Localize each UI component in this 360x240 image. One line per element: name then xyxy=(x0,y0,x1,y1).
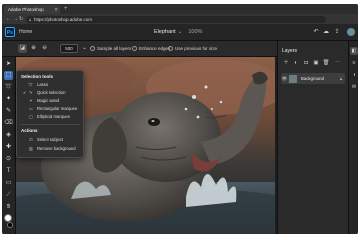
radio-icon xyxy=(90,46,95,52)
visibility-icon[interactable]: 👁︎ xyxy=(281,75,288,83)
new-tab-icon[interactable]: + xyxy=(64,5,68,14)
actions-header: Actions xyxy=(21,128,38,133)
properties-icon[interactable]: ≡ xyxy=(350,59,358,67)
chevron-down-icon[interactable]: ⌄ xyxy=(80,44,89,53)
comments-icon[interactable]: ✉ xyxy=(350,83,358,91)
quick-selection-icon: ✎ xyxy=(29,90,33,95)
type-tool-icon[interactable]: T xyxy=(4,167,13,176)
lasso-icon: ➰ xyxy=(28,82,34,87)
add-layer-icon[interactable]: ＋ xyxy=(282,59,290,67)
select-subject-icon: ⊡ xyxy=(29,137,33,142)
healing-icon[interactable]: ✚ xyxy=(4,143,13,152)
flyout-item-magic-wand[interactable]: ✦ Magic wand xyxy=(23,97,59,104)
flyout-item-label: Rectangular marquee xyxy=(37,106,78,111)
share-icon[interactable]: ⇪ xyxy=(333,28,341,36)
flyout-action-remove-background[interactable]: ▨ Remove background xyxy=(23,145,76,152)
lasso-icon[interactable]: ➰ xyxy=(4,83,13,92)
url-text: https://photoshop.adobe.com xyxy=(34,16,93,22)
shape-tool-icon[interactable]: ▭ xyxy=(4,179,13,188)
magic-wand-icon[interactable]: ✦ xyxy=(4,95,13,104)
document-name: Elephant xyxy=(154,29,176,35)
lock-icon: 🔒︎ xyxy=(29,16,32,22)
layers-panel-title: Layers xyxy=(282,48,298,54)
tools-panel: ➤ ⬚ ➰ ✦ ✎ ⌫ ◈ ✚ ⊙ T ▭ ⟋ ✋︎ xyxy=(2,57,16,234)
radio-icon xyxy=(132,46,137,52)
flyout-action-label: Select subject xyxy=(37,137,64,142)
radio-icon xyxy=(168,46,173,52)
undo-icon[interactable]: ↶ xyxy=(312,28,320,36)
photoshop-logo[interactable]: Ps xyxy=(5,27,15,37)
use-previous-for-size-label: Use previous for size xyxy=(175,46,218,51)
brush-tool-icon[interactable]: ✎ xyxy=(4,107,13,116)
mask-icon[interactable]: ◘ xyxy=(302,59,310,67)
zoom-level[interactable]: 100% xyxy=(188,29,202,35)
eraser-icon[interactable]: ⌫ xyxy=(4,119,13,128)
layer-name: Background xyxy=(301,76,324,81)
move-tool-icon[interactable]: ➤ xyxy=(4,60,13,69)
sample-all-layers-toggle[interactable]: Sample all layers xyxy=(90,41,131,56)
more-options-icon[interactable]: ⋯ xyxy=(334,59,342,67)
adjustment-layer-icon[interactable]: ◐ xyxy=(292,59,300,67)
flyout-item-quick-selection[interactable]: ✓ ✎ Quick selection xyxy=(23,89,65,96)
rectangle-icon: ▭ xyxy=(29,106,33,111)
flyout-action-select-subject[interactable]: ⊡ Select subject xyxy=(23,136,63,143)
background-color-swatch[interactable] xyxy=(7,222,13,228)
eyedropper-icon[interactable]: ⟋ xyxy=(4,191,13,200)
flyout-item-label: Lasso xyxy=(37,82,49,87)
reload-icon[interactable]: ↻ xyxy=(19,15,23,23)
layers-panel: Layers ＋ ◐ ◘ ▣ 🗑︎ ⋯ 👁︎ Background 🔒︎ xyxy=(277,41,348,234)
remove-background-icon: ▨ xyxy=(29,146,33,151)
group-icon[interactable]: ▣ xyxy=(312,59,320,67)
chevron-down-icon: ⌄ xyxy=(177,29,183,35)
flyout-item-label: Elliptical marquee xyxy=(37,114,71,119)
flyout-action-label: Remove background xyxy=(37,146,76,151)
new-selection-icon[interactable]: ◪ xyxy=(18,44,27,53)
url-field[interactable]: 🔒︎ https://photoshop.adobe.com xyxy=(26,15,326,23)
browser-tab[interactable]: Adobe Photoshop ✕ xyxy=(4,5,60,14)
ellipse-icon: ◯ xyxy=(28,114,34,119)
brush-size-input[interactable]: 500 xyxy=(60,44,78,53)
lock-icon[interactable]: 🔒︎ xyxy=(340,73,342,84)
back-icon[interactable]: ← xyxy=(6,15,11,23)
home-link[interactable]: Home xyxy=(19,24,32,40)
forward-icon[interactable]: → xyxy=(13,15,18,23)
browser-tab-title: Adobe Photoshop xyxy=(8,7,44,12)
device-frame: Adobe Photoshop ✕ + ← → ↻ 🔒︎ https://pho… xyxy=(0,0,360,240)
layer-thumbnail xyxy=(289,74,297,83)
browser-tab-bar: Adobe Photoshop ✕ + xyxy=(2,4,358,14)
flyout-item-label: Quick selection xyxy=(37,90,66,95)
layers-icon[interactable]: ◧ xyxy=(350,47,358,55)
avatar[interactable] xyxy=(347,28,355,36)
hand-tool-icon[interactable]: ✋︎ xyxy=(4,203,13,212)
divider xyxy=(20,124,80,125)
add-to-selection-icon[interactable]: ⊕ xyxy=(29,44,38,53)
use-previous-for-size-toggle[interactable]: Use previous for size xyxy=(168,41,217,56)
magic-wand-icon: ✦ xyxy=(29,98,33,103)
layer-row[interactable]: 👁︎ Background 🔒︎ xyxy=(281,73,345,84)
screen: Adobe Photoshop ✕ + ← → ↻ 🔒︎ https://pho… xyxy=(2,4,358,234)
sample-all-layers-label: Sample all layers xyxy=(97,46,132,51)
right-rail: ◧ ≡ ◑ ✉ xyxy=(348,41,358,234)
subtract-from-selection-icon[interactable]: ⊖ xyxy=(40,44,49,53)
selection-tools-header: Selection tools xyxy=(21,74,54,79)
selection-tools-flyout: Selection tools ➰ Lasso ✓ ✎ Quick selection… xyxy=(16,70,84,158)
delete-layer-icon[interactable]: 🗑︎ xyxy=(322,59,330,67)
flyout-item-rectangular-marquee[interactable]: ▭ Rectangular marquee xyxy=(23,105,77,112)
enhance-edges-label: Enhance edges xyxy=(139,46,171,51)
enhance-edges-toggle[interactable]: Enhance edges xyxy=(132,41,170,56)
browser-address-bar: ← → ↻ 🔒︎ https://photoshop.adobe.com xyxy=(2,14,358,24)
adjustments-icon[interactable]: ◑ xyxy=(350,71,358,79)
flyout-item-lasso[interactable]: ➰ Lasso xyxy=(23,81,48,88)
close-tab-icon[interactable]: ✕ xyxy=(54,5,58,14)
cloud-icon[interactable]: ☁ xyxy=(322,28,330,36)
fill-icon[interactable]: ◈ xyxy=(4,131,13,140)
clone-stamp-icon[interactable]: ⊙ xyxy=(4,155,13,164)
app-header: Ps Home Elephant ⌄ 100% ↶ ☁ ⇪ xyxy=(2,24,358,41)
selection-tool-icon[interactable]: ⬚ xyxy=(4,71,13,80)
check-icon: ✓ xyxy=(23,90,27,95)
document-title[interactable]: Elephant ⌄ 100% xyxy=(154,24,202,40)
flyout-item-elliptical-marquee[interactable]: ◯ Elliptical marquee xyxy=(23,113,70,120)
foreground-color-swatch[interactable] xyxy=(4,214,12,222)
flyout-item-label: Magic wand xyxy=(37,98,60,103)
